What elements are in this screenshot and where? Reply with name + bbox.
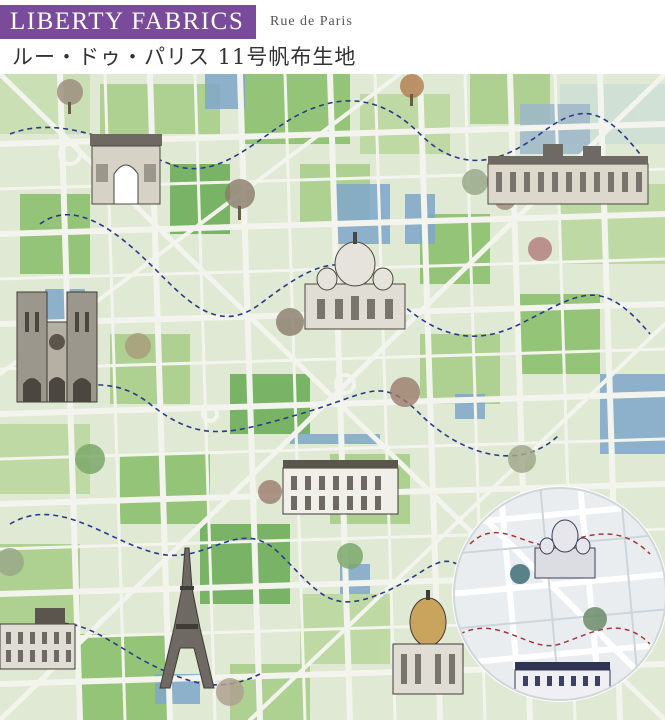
fabric-pattern-image <box>0 74 665 720</box>
collection-name: Rue de Paris <box>270 14 353 29</box>
product-title: ルー・ドゥ・パリス 11号帆布生地 <box>12 45 357 69</box>
tree-icon <box>216 678 244 706</box>
tree-icon <box>75 444 105 474</box>
tree-icon <box>125 333 151 359</box>
mansion-icon <box>282 460 399 515</box>
tree-icon <box>258 480 282 504</box>
brand-label: LIBERTY FABRICS <box>0 5 257 39</box>
arch-icon <box>90 134 162 205</box>
product-header: LIBERTY FABRICS Rue de Paris ルー・ドゥ・パリス 1… <box>0 0 665 74</box>
tree-icon <box>390 377 420 407</box>
tree-icon <box>276 308 304 336</box>
tree-icon <box>508 445 536 473</box>
tree-icon <box>528 237 552 261</box>
tree-icon <box>337 543 363 569</box>
